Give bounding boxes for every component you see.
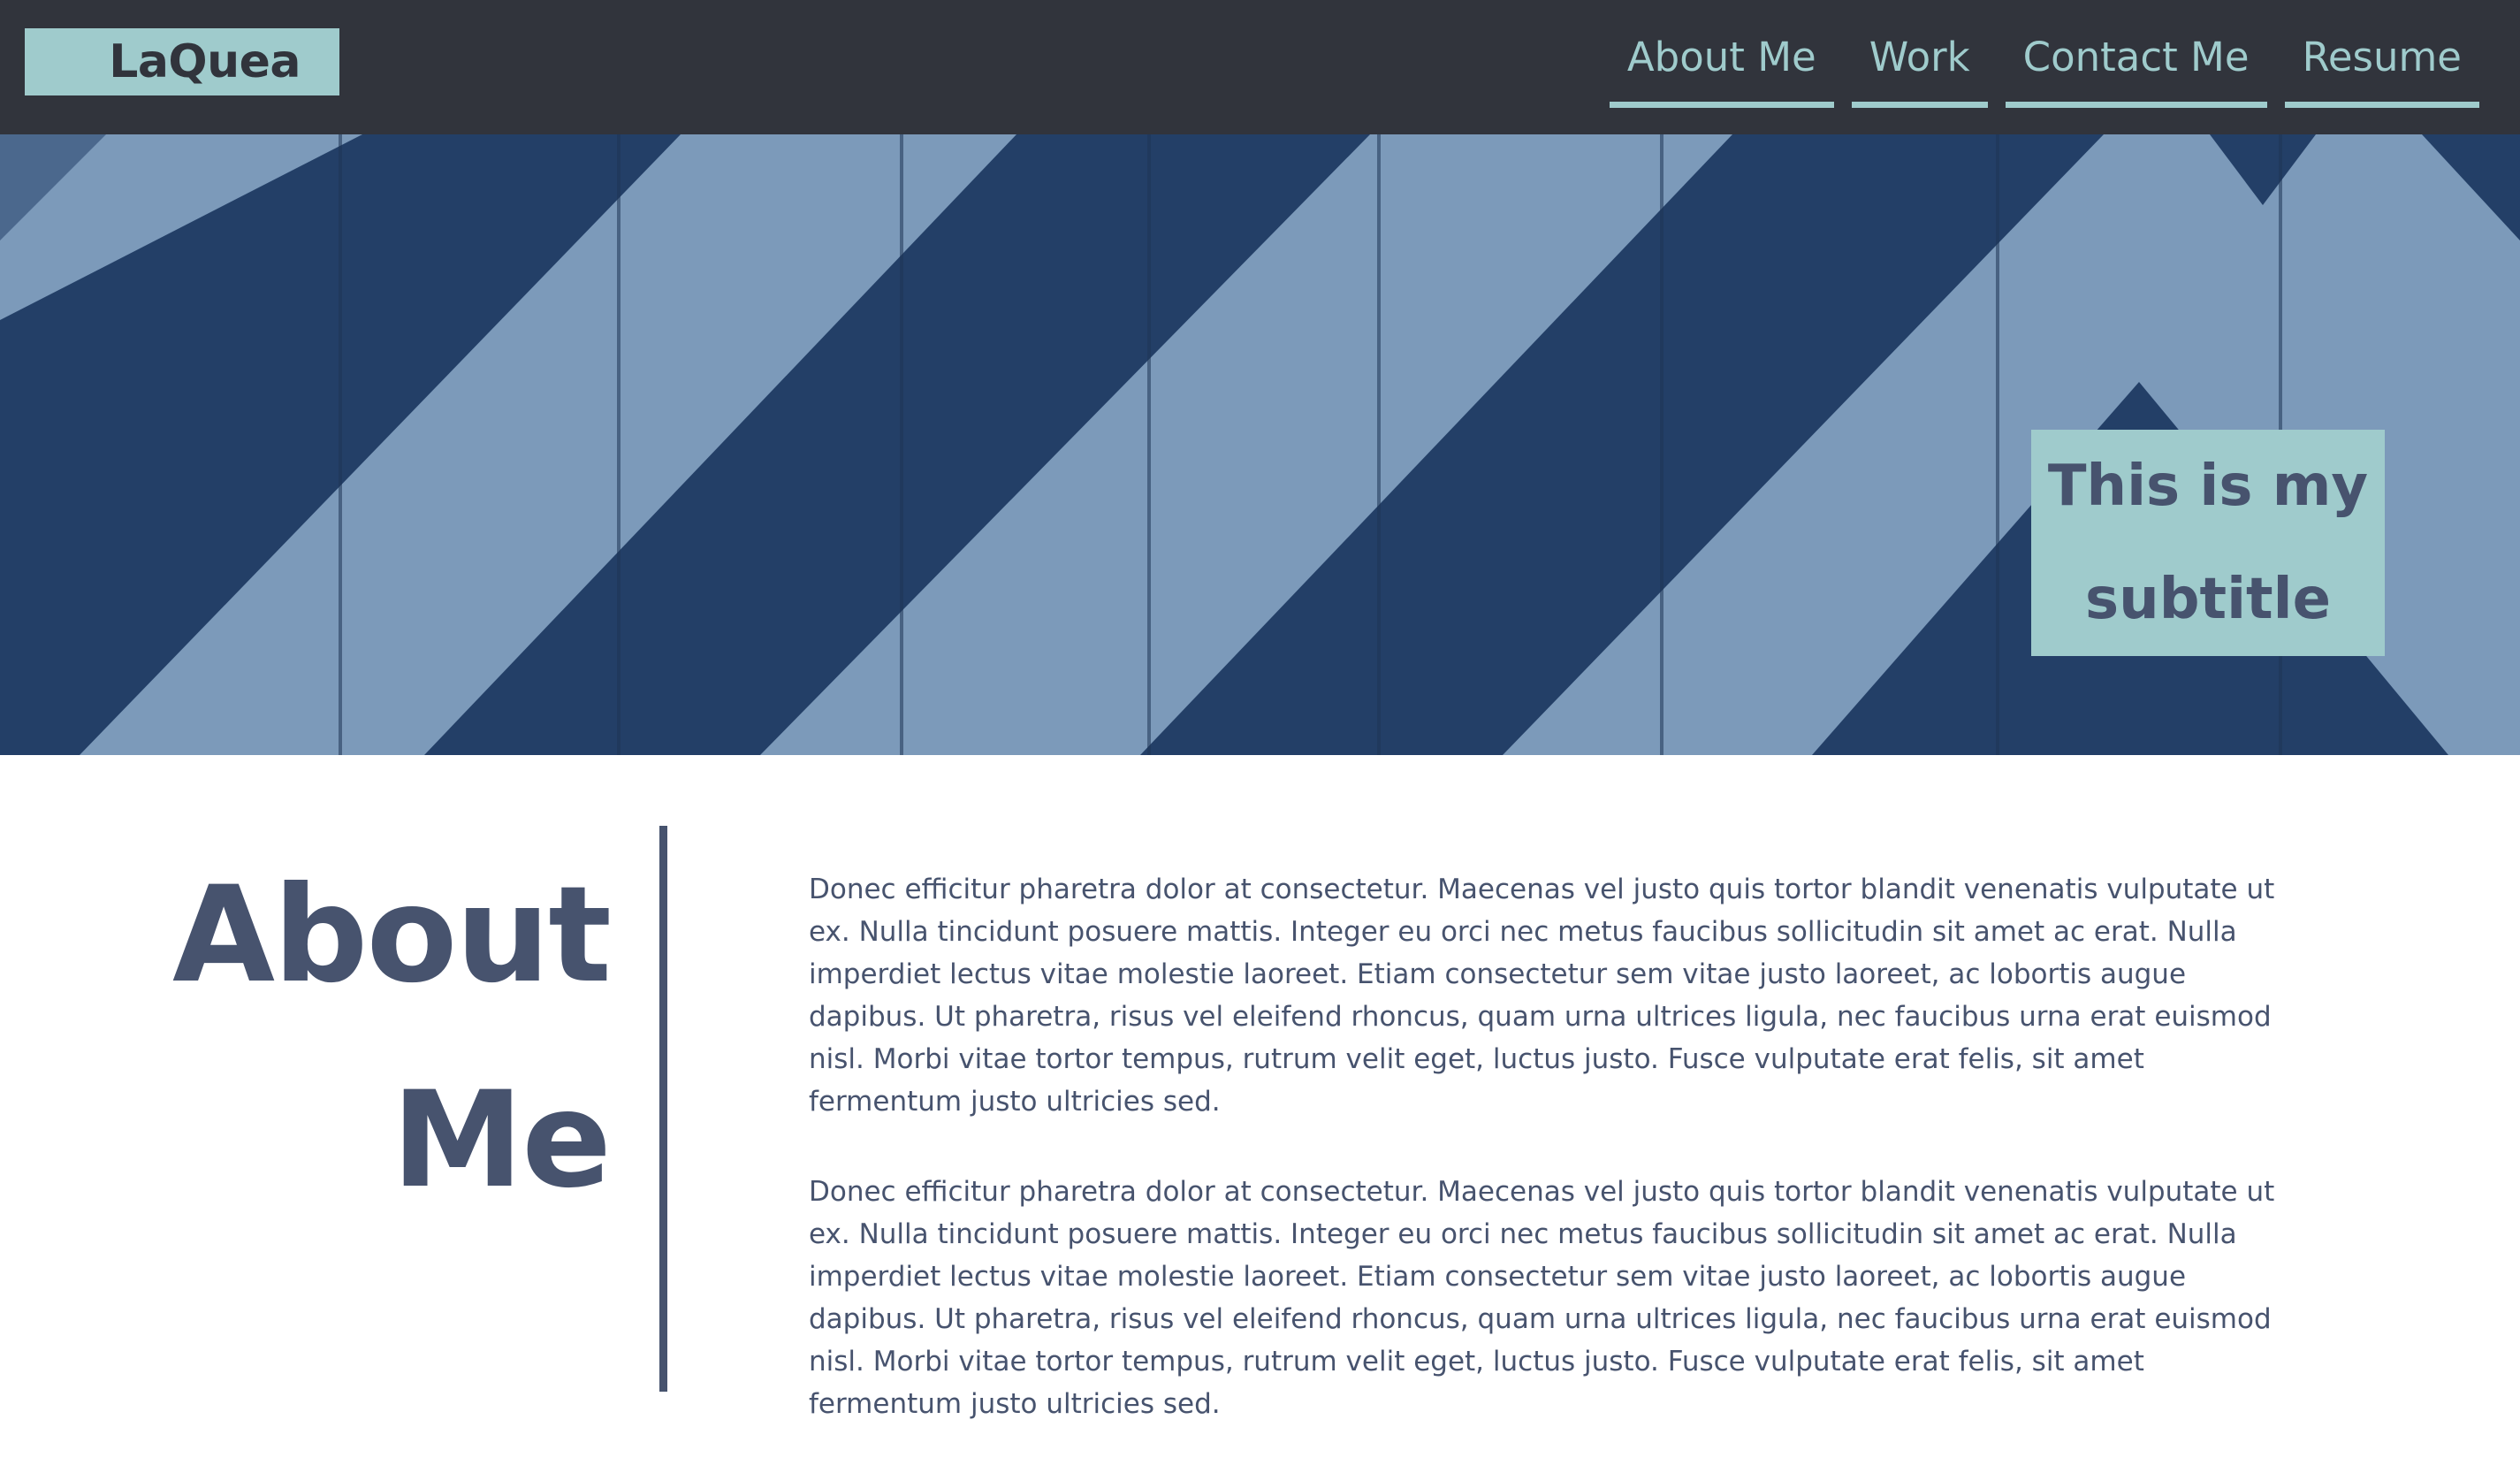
site-header: LaQuea About Me Work Contact Me Resume xyxy=(0,0,2520,134)
nav-resume[interactable]: Resume xyxy=(2284,27,2479,108)
hero-subtitle: This is my subtitle xyxy=(2031,430,2385,656)
nav-work[interactable]: Work xyxy=(1851,27,1988,108)
main-nav: About Me Work Contact Me Resume xyxy=(1592,27,2479,108)
about-paragraph: Donec efficitur pharetra dolor at consec… xyxy=(809,1176,2275,1420)
section-divider xyxy=(659,826,667,1392)
about-heading: About Me xyxy=(159,859,612,1270)
about-paragraph: Donec efficitur pharetra dolor at consec… xyxy=(809,874,2275,1118)
site-logo[interactable]: LaQuea xyxy=(25,28,339,95)
about-body: Donec efficitur pharetra dolor at consec… xyxy=(809,868,2276,1473)
hero-banner: This is my subtitle xyxy=(0,134,2520,755)
nav-about-me[interactable]: About Me xyxy=(1609,27,1834,108)
nav-contact-me[interactable]: Contact Me xyxy=(2005,27,2267,108)
